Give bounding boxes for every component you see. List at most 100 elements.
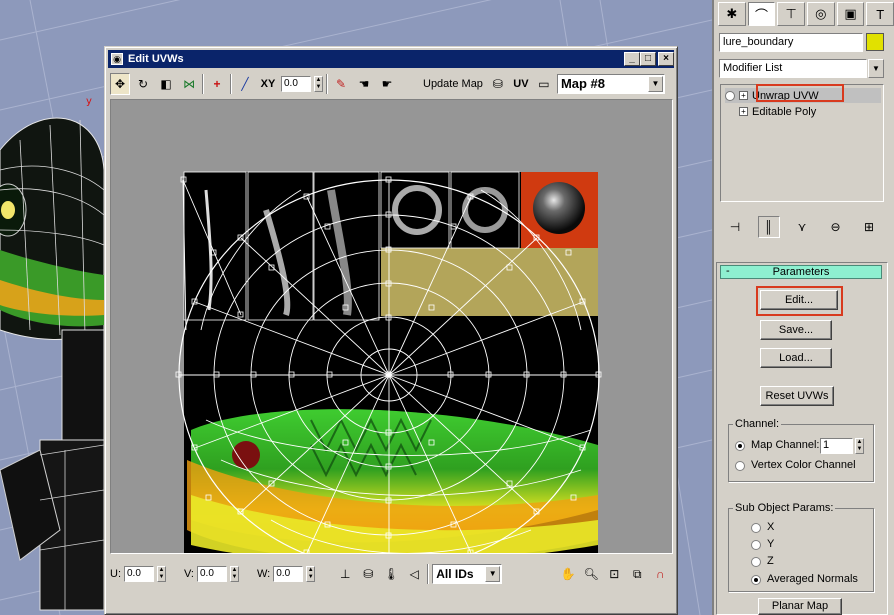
scale-tool[interactable]: ◧ <box>156 73 176 95</box>
break-tool[interactable]: ☛ <box>377 73 397 95</box>
remove-modifier-icon[interactable]: ⊖ <box>825 216 847 238</box>
map-channel-spinner[interactable]: ▲ ▼ <box>855 438 864 454</box>
close-icon: × <box>663 53 669 64</box>
lock-icon: ⊥ <box>340 567 351 581</box>
utilities-icon: T <box>876 6 885 22</box>
expand-icon[interactable]: + <box>739 91 748 100</box>
w-spinner[interactable]: ▲ ▼ <box>306 566 316 582</box>
v-label: V: <box>184 568 194 580</box>
w-input[interactable]: 0.0 <box>273 566 304 582</box>
toolbar-value-input[interactable]: 0.0 <box>281 76 311 92</box>
edit-seams-tool[interactable]: ☚ <box>354 73 374 95</box>
hand-grab-icon: ☛ <box>381 77 393 91</box>
thermometer-icon: 🌡 <box>383 567 399 581</box>
hierarchy-icon: ⊤ <box>785 6 797 21</box>
texture-map <box>183 171 598 553</box>
pan-button[interactable]: ✋ <box>558 563 578 585</box>
planar-map-button[interactable]: Planar Map <box>758 598 842 615</box>
stack-item-label: Editable Poly <box>752 105 817 118</box>
utilities-tab[interactable]: T <box>866 2 894 26</box>
move-icon: ✥ <box>114 77 126 91</box>
object-name-field[interactable]: lure_boundary <box>719 33 863 52</box>
move-tool[interactable]: ✥ <box>110 73 130 95</box>
window-icon[interactable]: ◉ <box>111 53 123 65</box>
ids-select-value: All IDs <box>436 567 474 581</box>
freeze-button[interactable]: 🌡 <box>381 563 401 585</box>
uv-bottom-toolbar: U: 0.0 ▲ ▼ V: 0.0 ▲ ▼ W: 0.0 ▲ ▼ ⊥ ⛁ 🌡 ◁ Al… <box>110 561 673 587</box>
hide-button[interactable]: ⛁ <box>358 563 378 585</box>
axis-x-radio[interactable] <box>751 523 761 533</box>
weld-tool[interactable]: ╱ <box>235 73 255 95</box>
axis-z-label: Z <box>767 555 774 567</box>
v-spinner[interactable]: ▲ ▼ <box>230 566 239 582</box>
magnet-icon: ∩ <box>655 567 665 581</box>
configure-modifier-sets-icon[interactable]: ⊞ <box>858 216 880 238</box>
save-button[interactable]: Save... <box>760 320 832 340</box>
chevron-down-icon[interactable]: ▼ <box>647 76 663 92</box>
make-unique-icon[interactable]: ⋎ <box>791 216 813 238</box>
load-button[interactable]: Load... <box>760 348 832 368</box>
hierarchy-tab[interactable]: ⊤ <box>777 2 806 26</box>
lightbulb-icon[interactable] <box>725 90 735 101</box>
uv-toolbar: ✥ ↻ ◧ ⋈ + ╱ XY 0.0 ▲ ▼ ✎ ☚ ☛ Update Map ⛁… <box>108 71 674 97</box>
uv-label: UV <box>513 78 529 90</box>
mirror-tool[interactable]: ⋈ <box>179 73 199 95</box>
uv-toggle[interactable]: UV <box>511 73 531 95</box>
create-tab[interactable]: ✱ <box>718 2 746 26</box>
show-end-result-icon[interactable]: ║ <box>757 216 780 238</box>
modifier-list-dropdown[interactable]: Modifier List <box>719 59 867 78</box>
ids-select-dropdown[interactable]: All IDs ▼ <box>432 564 503 584</box>
u-label: U: <box>110 568 121 580</box>
options-icon: ▭ <box>538 77 550 91</box>
rotate-tool[interactable]: ↻ <box>133 73 153 95</box>
stack-item-editable-poly[interactable]: + Editable Poly <box>725 104 881 119</box>
zoom-button[interactable]: 🔍︎ <box>581 563 601 585</box>
motion-tab[interactable]: ◎ <box>807 2 835 26</box>
v-input[interactable]: 0.0 <box>197 566 227 582</box>
u-input[interactable]: 0.0 <box>124 566 154 582</box>
zoom-extents-button[interactable]: ⧉ <box>627 563 647 585</box>
minimize-button[interactable]: _ <box>624 52 640 66</box>
zoom-region-button[interactable]: ⊡ <box>604 563 624 585</box>
freeform-tool[interactable]: + <box>207 73 227 95</box>
modify-tab[interactable]: ⌒ <box>747 2 776 26</box>
rollout-title: Parameters <box>772 266 830 278</box>
axis-y-radio[interactable] <box>751 540 761 550</box>
close-button[interactable]: × <box>658 52 674 66</box>
averaged-normals-radio[interactable] <box>751 575 761 585</box>
options-button[interactable]: ▭ <box>534 73 554 95</box>
expand-icon[interactable]: + <box>739 107 748 116</box>
scale-icon: ◧ <box>160 77 172 91</box>
maximize-button[interactable]: □ <box>640 52 656 66</box>
pick-tool[interactable]: ✎ <box>331 73 351 95</box>
snap-button[interactable]: ∩ <box>650 563 670 585</box>
xy-toggle[interactable]: XY <box>258 73 278 95</box>
map-select-dropdown[interactable]: Map #8 ▼ <box>556 74 665 94</box>
map-channel-input[interactable]: 1 <box>820 438 853 454</box>
update-map-button[interactable]: Update Map <box>421 73 485 95</box>
map-channel-radio[interactable] <box>735 441 745 451</box>
pin-stack-icon[interactable]: ⊣ <box>724 216 746 238</box>
modifier-list-arrow[interactable]: ▼ <box>868 59 884 78</box>
parameters-rollout-header[interactable]: - Parameters <box>720 265 882 279</box>
toolbar-value-spinner[interactable]: ▲ ▼ <box>314 76 323 92</box>
teapot-icon: ⛁ <box>492 77 503 91</box>
display-tab[interactable]: ▣ <box>836 2 865 26</box>
show-map-toggle[interactable]: ⛁ <box>488 73 508 95</box>
motion-icon: ◎ <box>815 6 827 21</box>
mirror-icon: ⋈ <box>183 77 195 91</box>
chevron-down-icon: ▼ <box>872 64 880 73</box>
command-panel-tabs: ✱ ⌒ ⊤ ◎ ▣ T <box>718 2 894 28</box>
svg-text:y: y <box>86 96 92 107</box>
edit-uvws-window: ◉ Edit UVWs _ □ × ✥ ↻ ◧ ⋈ + ╱ XY 0.0 ▲ ▼ … <box>104 46 678 615</box>
u-spinner[interactable]: ▲ ▼ <box>157 566 166 582</box>
edit-uvws-titlebar[interactable]: ◉ Edit UVWs _ □ × <box>108 50 674 68</box>
chevron-down-icon[interactable]: ▼ <box>485 566 501 582</box>
lock-selected-button[interactable]: ⊥ <box>335 563 355 585</box>
object-color-swatch[interactable] <box>866 33 884 51</box>
filter-selected-button[interactable]: ◁ <box>404 563 424 585</box>
vertex-color-radio[interactable] <box>735 461 745 471</box>
axis-z-radio[interactable] <box>751 557 761 567</box>
uv-editor-canvas[interactable] <box>110 99 673 554</box>
reset-uvws-button[interactable]: Reset UVWs <box>760 386 834 406</box>
